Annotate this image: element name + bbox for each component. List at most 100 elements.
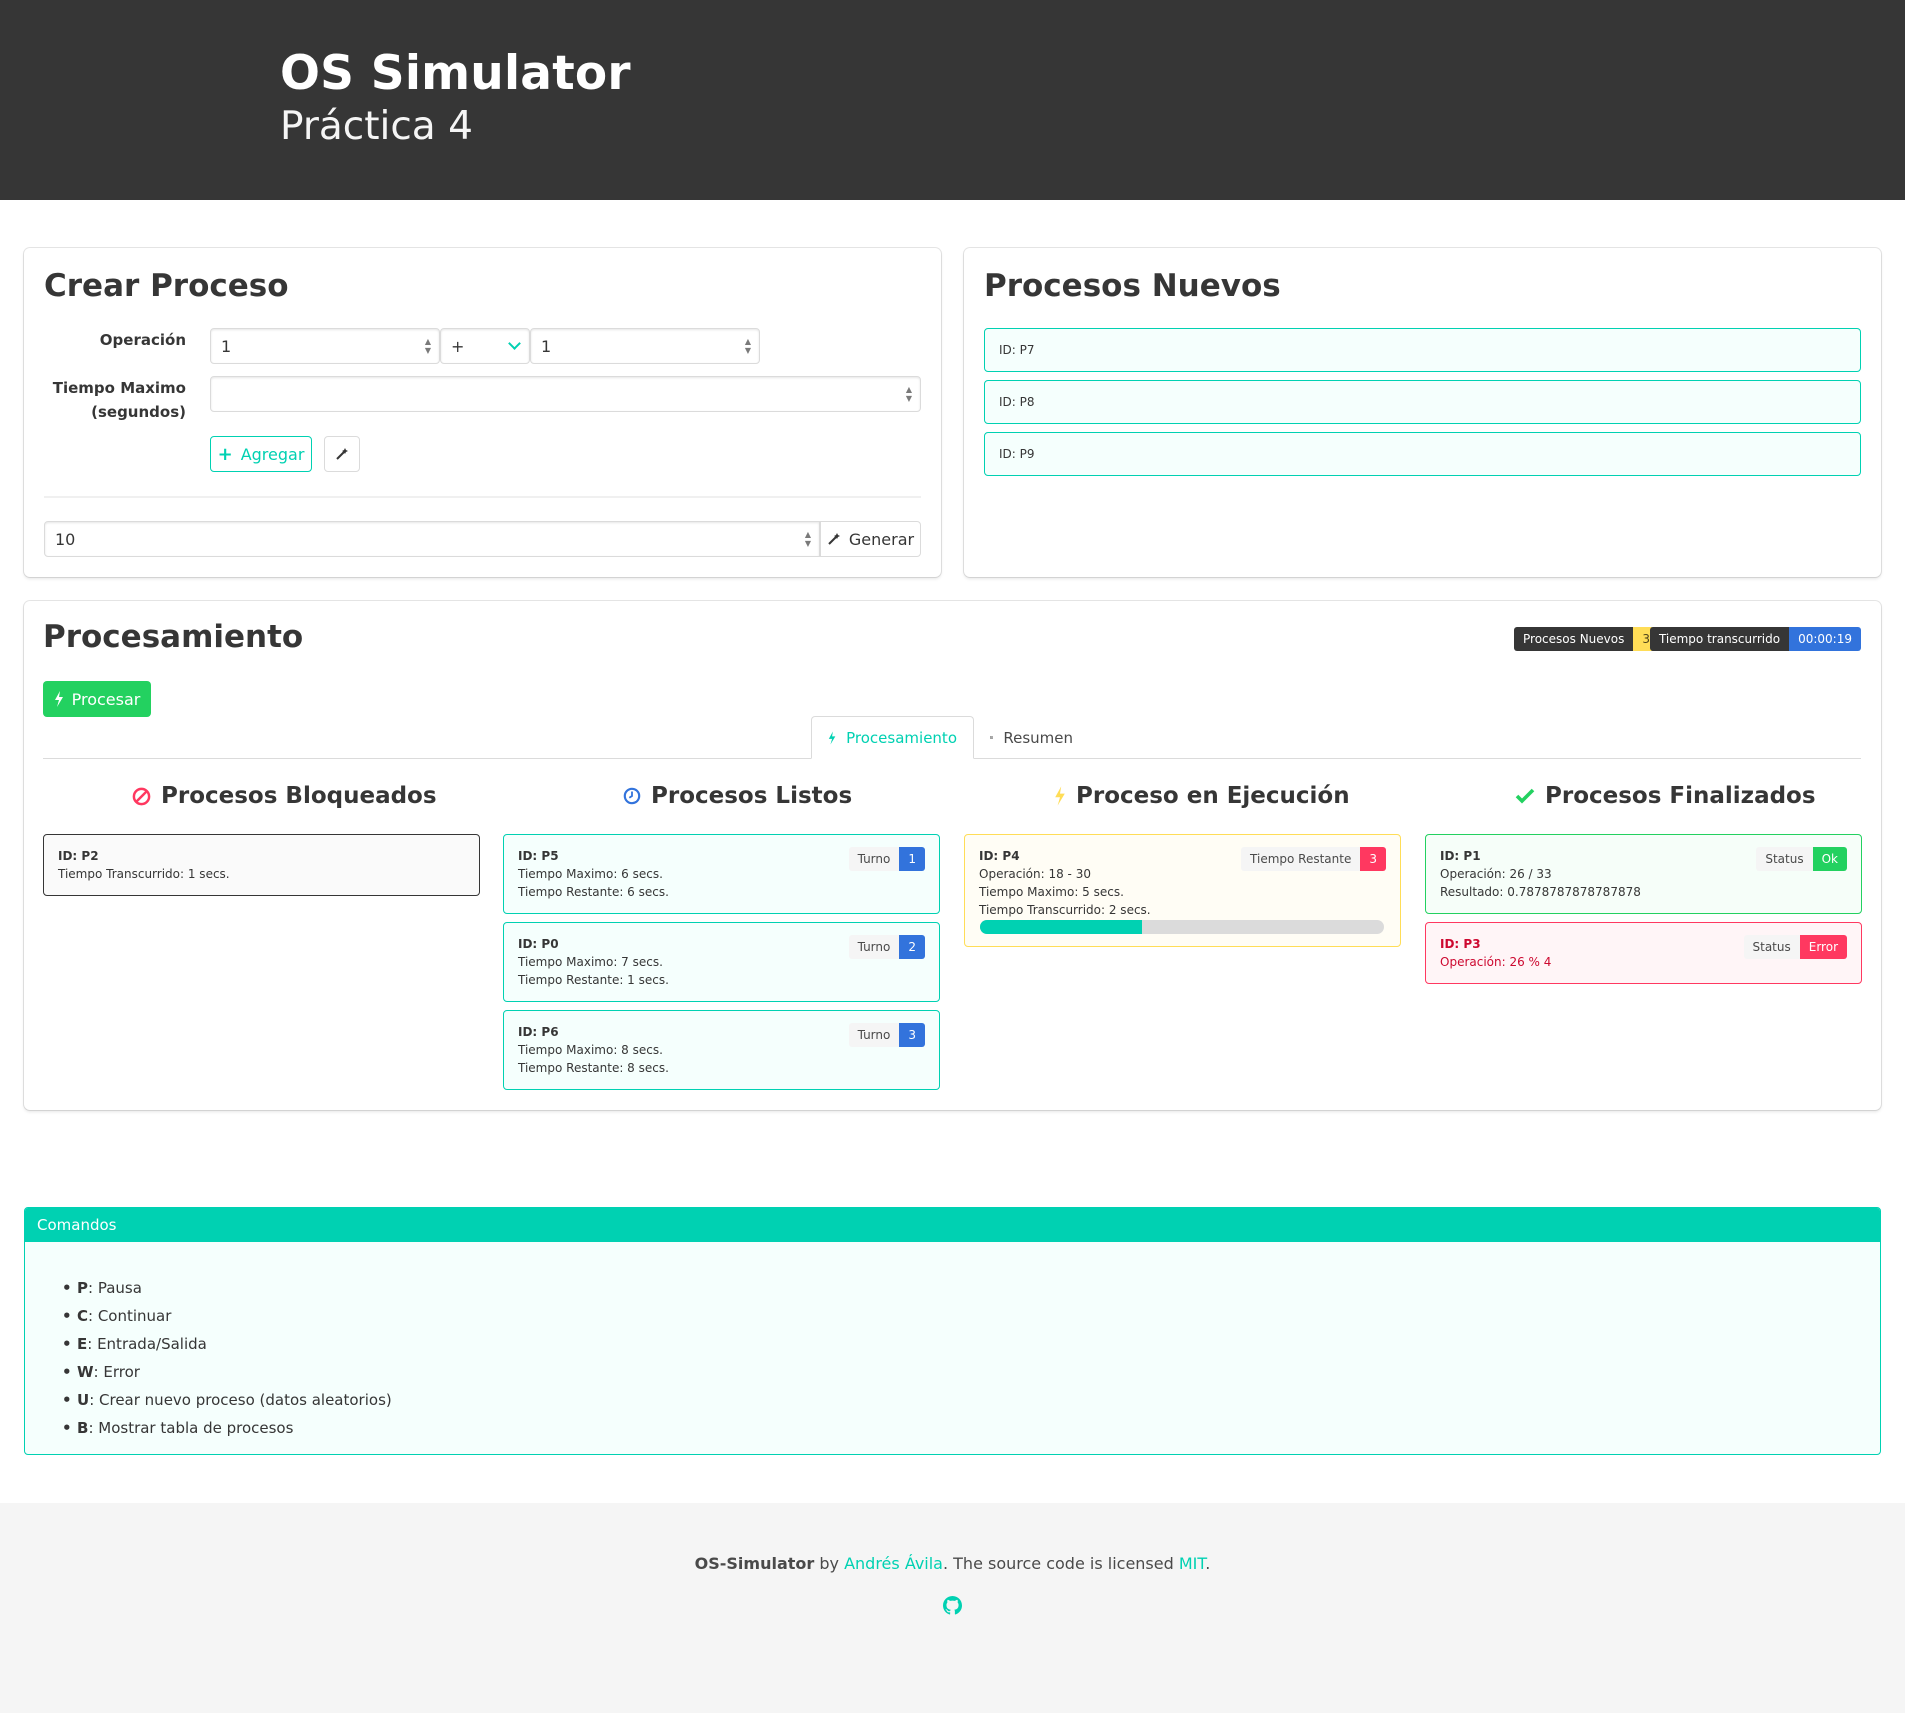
command-key: P bbox=[77, 1279, 88, 1297]
tag-label: Tiempo Restante bbox=[1241, 847, 1361, 871]
process-id: ID: P2 bbox=[58, 849, 99, 863]
ban-icon bbox=[132, 787, 151, 805]
new-process-card: ID: P7 bbox=[984, 328, 1861, 372]
clock-icon bbox=[623, 787, 641, 805]
operand-b-value: 1 bbox=[541, 337, 552, 356]
turno-tag: Turno 2 bbox=[848, 935, 925, 959]
tag-label: Status bbox=[1743, 935, 1800, 959]
tag-label: Tiempo transcurrido bbox=[1649, 627, 1790, 651]
status-badge: Ok bbox=[1812, 847, 1847, 871]
procesamiento-title: Procesamiento bbox=[43, 619, 304, 655]
tiempo-restante-tag: Tiempo Restante 3 bbox=[1241, 847, 1386, 871]
turno-tag: Turno 1 bbox=[848, 847, 925, 871]
random-fill-button[interactable] bbox=[324, 436, 360, 472]
tag-label: Turno bbox=[848, 1023, 900, 1047]
procesar-button[interactable]: Procesar bbox=[43, 681, 151, 717]
command-key: C bbox=[77, 1307, 89, 1325]
operand-a-value: 1 bbox=[221, 337, 232, 356]
listos-title: Procesos Listos bbox=[623, 783, 852, 809]
procesos-nuevos-panel: Procesos Nuevos ID: P7 ID: P8 ID: P9 bbox=[964, 248, 1881, 577]
generar-label: Generar bbox=[848, 529, 915, 549]
status-badge: Error bbox=[1799, 935, 1847, 959]
spinner-icon[interactable]: ▲ ▼ bbox=[805, 530, 811, 548]
spinner-icon[interactable]: ▲ ▼ bbox=[745, 337, 751, 355]
crear-proceso-panel: Crear Proceso Operación 1 ▲ ▼ + 1 ▲ ▼ Tiem… bbox=[24, 248, 941, 577]
magic-wand-icon bbox=[828, 533, 840, 545]
tag-value: 1 bbox=[899, 847, 925, 871]
tiempo-maximo-input[interactable]: ▲ ▼ bbox=[210, 376, 921, 412]
procesos-nuevos-tag: Procesos Nuevos 3 bbox=[1514, 627, 1659, 651]
license-link[interactable]: MIT bbox=[1179, 1554, 1205, 1573]
command-desc: : Entrada/Salida bbox=[87, 1335, 207, 1353]
tag-label: Turno bbox=[848, 935, 900, 959]
procesamiento-panel: Procesamiento Procesos Nuevos 3 Tiempo t… bbox=[24, 601, 1881, 1110]
divider bbox=[44, 496, 921, 498]
operator-value: + bbox=[451, 337, 465, 356]
blocked-process-card: ID: P2 Tiempo Transcurrido: 1 secs. bbox=[43, 834, 480, 896]
chevron-down-icon bbox=[508, 337, 521, 350]
execution-progress-bar bbox=[980, 920, 1384, 934]
generar-button[interactable]: Generar bbox=[820, 521, 921, 557]
footer-license-text: . The source code is licensed bbox=[942, 1554, 1179, 1573]
column-title-label: Procesos Finalizados bbox=[1545, 783, 1816, 809]
process-id: ID: P9 bbox=[999, 447, 1035, 461]
list-item: C: Continuar bbox=[62, 1302, 392, 1330]
status-tag: Status Ok bbox=[1756, 847, 1847, 871]
tag-value: 3 bbox=[899, 1023, 925, 1047]
author-link[interactable]: Andrés Ávila bbox=[844, 1554, 943, 1573]
process-id: ID: P7 bbox=[999, 343, 1035, 357]
footer-end: . bbox=[1205, 1554, 1211, 1573]
spinner-icon[interactable]: ▲ ▼ bbox=[906, 385, 912, 403]
app-title: OS Simulator bbox=[280, 46, 631, 101]
procesos-nuevos-title: Procesos Nuevos bbox=[984, 268, 1281, 304]
running-process-card: ID: P4 Operación: 18 - 30 Tiempo Maximo:… bbox=[964, 834, 1401, 947]
spinner-icon[interactable]: ▲ ▼ bbox=[425, 337, 431, 355]
finished-process-card: ID: P1 Operación: 26 / 33 Resultado: 0.7… bbox=[1425, 834, 1862, 914]
tiempo-restante: Tiempo Restante: 6 secs. bbox=[518, 885, 669, 899]
ready-process-card: ID: P6 Tiempo Maximo: 8 secs. Tiempo Res… bbox=[503, 1010, 940, 1090]
operand-a-input[interactable]: 1 ▲ ▼ bbox=[210, 328, 440, 364]
command-key: B bbox=[77, 1419, 89, 1437]
tag-value: 2 bbox=[899, 935, 925, 959]
new-process-card: ID: P8 bbox=[984, 380, 1861, 424]
project-name: OS-Simulator bbox=[694, 1554, 815, 1573]
tab-resumen[interactable]: Resumen bbox=[974, 716, 1089, 759]
footer-credits: OS-Simulator by Andrés Ávila. The source… bbox=[0, 1554, 1905, 1573]
command-desc: : Continuar bbox=[88, 1307, 172, 1325]
tab-label: Procesamiento bbox=[846, 728, 957, 747]
list-item: E: Entrada/Salida bbox=[62, 1330, 392, 1358]
agregar-button[interactable]: + Agregar bbox=[210, 436, 312, 472]
footer: OS-Simulator by Andrés Ávila. The source… bbox=[0, 1503, 1905, 1713]
github-icon[interactable] bbox=[943, 1596, 962, 1615]
operator-select[interactable]: + bbox=[440, 328, 530, 364]
operand-b-input[interactable]: 1 ▲ ▼ bbox=[530, 328, 760, 364]
progress-fill bbox=[980, 920, 1142, 934]
bolt-icon bbox=[1055, 786, 1065, 806]
tab-procesamiento[interactable]: Procesamiento bbox=[811, 716, 974, 759]
generar-count-input[interactable]: 10 ▲ ▼ bbox=[44, 521, 820, 557]
list-item: U: Crear nuevo proceso (datos aleatorios… bbox=[62, 1386, 392, 1414]
ready-process-card: ID: P0 Tiempo Maximo: 7 secs. Tiempo Res… bbox=[503, 922, 940, 1002]
tag-value: 00:00:19 bbox=[1789, 627, 1861, 651]
tag-label: Status bbox=[1756, 847, 1813, 871]
plus-icon: + bbox=[217, 443, 233, 465]
bolt-icon bbox=[828, 730, 836, 745]
ejecucion-title: Proceso en Ejecución bbox=[1054, 783, 1350, 809]
tiempo-label-line2: (segundos) bbox=[91, 403, 186, 421]
command-desc: : Mostrar tabla de procesos bbox=[88, 1419, 294, 1437]
crear-proceso-title: Crear Proceso bbox=[44, 268, 289, 304]
magic-wand-icon bbox=[336, 448, 348, 460]
column-title-label: Proceso en Ejecución bbox=[1076, 783, 1350, 809]
list-item: W: Error bbox=[62, 1358, 392, 1386]
tiempo-transcurrido: Tiempo Transcurrido: 2 secs. bbox=[979, 903, 1151, 917]
view-tabs: Procesamiento Resumen bbox=[43, 716, 1861, 759]
command-key: W bbox=[77, 1363, 94, 1381]
tiempo-restante: Tiempo Restante: 8 secs. bbox=[518, 1061, 669, 1075]
tiempo-restante: Tiempo Restante: 1 secs. bbox=[518, 973, 669, 987]
command-desc: : Crear nuevo proceso (datos aleatorios) bbox=[89, 1391, 392, 1409]
finished-process-card: ID: P3 Operación: 26 % 4 Status Error bbox=[1425, 922, 1862, 984]
tiempo-transcurrido: Tiempo Transcurrido: 1 secs. bbox=[58, 867, 230, 881]
tab-label: Resumen bbox=[1003, 728, 1073, 747]
tiempo-label-line1: Tiempo Maximo bbox=[52, 379, 186, 397]
generar-count-value: 10 bbox=[55, 530, 76, 549]
